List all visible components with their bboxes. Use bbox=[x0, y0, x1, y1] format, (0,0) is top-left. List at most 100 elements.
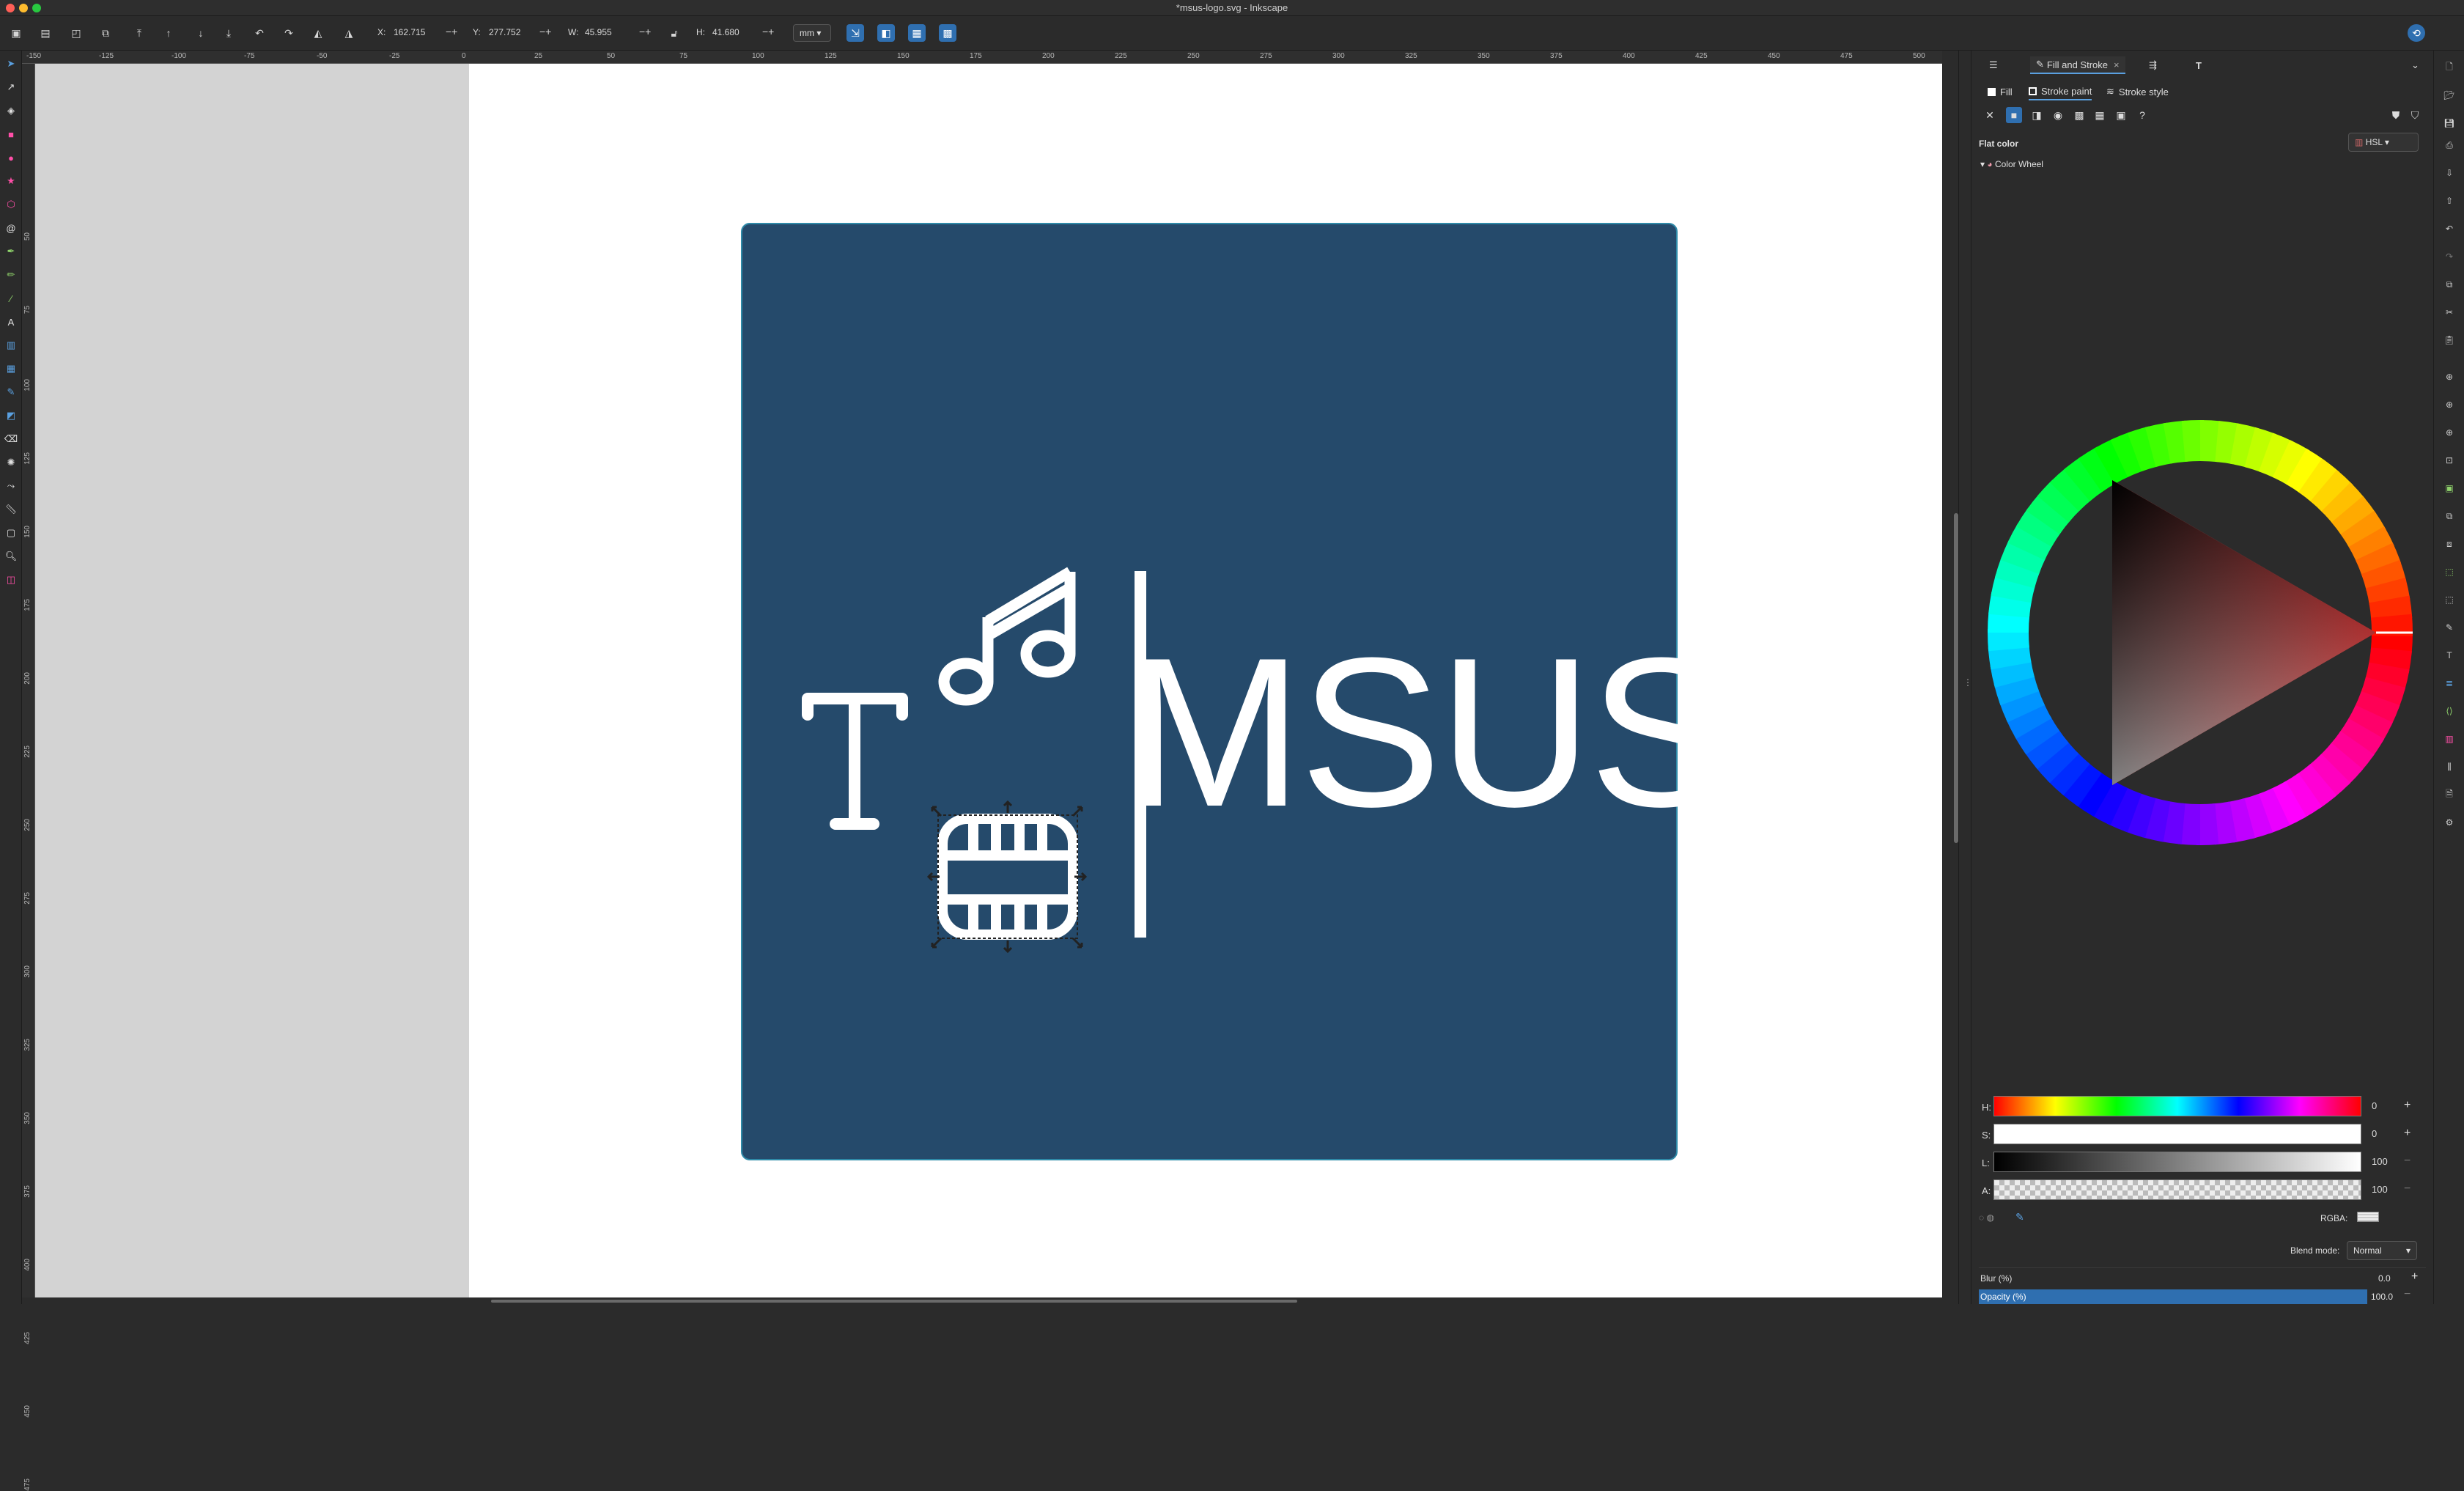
export-icon[interactable]: ⇧ bbox=[2443, 194, 2456, 207]
w-minus-plus[interactable]: −+ bbox=[639, 26, 651, 37]
ungroup-icon[interactable]: ⬚ bbox=[2443, 593, 2456, 606]
tab-fill-stroke[interactable]: ✎ Fill and Stroke × bbox=[2030, 56, 2125, 74]
unlink-clone-icon[interactable]: ⧈ bbox=[2443, 537, 2456, 551]
print-icon[interactable]: ⎙ bbox=[2443, 139, 2456, 152]
gradient-tool-icon[interactable]: ▥ bbox=[4, 338, 18, 353]
subtab-stroke-style[interactable]: ≋ Stroke style bbox=[2106, 83, 2169, 100]
h-field[interactable]: 41.680 bbox=[712, 27, 739, 37]
fill-rule-nonzero-icon[interactable]: ⛉ bbox=[2407, 107, 2423, 123]
scale-stroke-icon[interactable]: ⇲ bbox=[846, 24, 864, 42]
lpe-tool-icon[interactable]: ◫ bbox=[4, 573, 18, 587]
mesh-gradient-icon[interactable]: ▩ bbox=[2071, 107, 2087, 123]
copy-icon[interactable]: ⧉ bbox=[2443, 278, 2456, 291]
eraser-tool-icon[interactable]: ⌫ bbox=[4, 432, 18, 446]
rotate-ccw-icon[interactable]: ↶ bbox=[251, 24, 268, 42]
clone-icon[interactable]: ⧉ bbox=[2443, 509, 2456, 523]
a-value[interactable]: 100 bbox=[2372, 1184, 2388, 1195]
blur-plus-icon[interactable]: + bbox=[2411, 1270, 2418, 1284]
dialog-menu-icon[interactable]: ☰ bbox=[1989, 56, 1998, 74]
pages-tool-icon[interactable]: ▢ bbox=[4, 526, 18, 540]
pencil-tool-icon[interactable]: ✏ bbox=[4, 268, 18, 282]
swatches-icon[interactable]: ▥ bbox=[2443, 732, 2456, 746]
blend-mode-select[interactable]: Normal ▾ bbox=[2347, 1241, 2417, 1260]
flip-vertical-icon[interactable]: ◮ bbox=[340, 24, 358, 42]
color-model-select[interactable]: ▥ HSL ▾ bbox=[2348, 133, 2419, 152]
hue-slider[interactable] bbox=[1993, 1096, 2361, 1116]
linear-gradient-icon[interactable]: ◨ bbox=[2029, 107, 2045, 123]
new-document-icon[interactable]: 🗋︎ bbox=[2443, 61, 2456, 74]
measure-tool-icon[interactable]: 📏︎ bbox=[4, 502, 18, 517]
horizontal-scroll-thumb[interactable] bbox=[491, 1300, 1297, 1303]
group-icon[interactable]: ⬚ bbox=[2443, 565, 2456, 578]
alpha-slider[interactable] bbox=[1993, 1179, 2361, 1200]
spiral-tool-icon[interactable]: @ bbox=[4, 221, 18, 235]
unset-paint-icon[interactable]: ? bbox=[2134, 107, 2150, 123]
rotate-cw-icon[interactable]: ↷ bbox=[280, 24, 298, 42]
color-wheel-expander[interactable]: ▾ ◕ Color Wheel bbox=[1980, 159, 2043, 169]
y-field[interactable]: 277.752 bbox=[489, 27, 520, 37]
h-minus-plus[interactable]: −+ bbox=[762, 26, 774, 37]
text-font-dialog-icon[interactable]: T bbox=[2443, 649, 2456, 662]
canvas[interactable]: MSUS bbox=[35, 64, 1942, 1297]
l-minus-icon[interactable]: − bbox=[2404, 1155, 2410, 1168]
blur-row[interactable]: Blur (%) 0.0 + bbox=[1979, 1267, 2426, 1288]
ellipse-tool-icon[interactable]: ● bbox=[4, 150, 18, 165]
layers-dialog-icon[interactable]: ≣ bbox=[2443, 677, 2456, 690]
pattern-icon[interactable]: ▦ bbox=[2092, 107, 2108, 123]
preferences-icon[interactable]: ⚙ bbox=[2443, 816, 2456, 829]
align-distribute-icon[interactable]: ⫼ bbox=[2443, 760, 2456, 773]
flat-color-icon[interactable]: ■ bbox=[2006, 107, 2022, 123]
pen-tool-icon[interactable]: ✒ bbox=[4, 244, 18, 259]
raise-icon[interactable]: ↑ bbox=[160, 24, 177, 42]
opacity-value[interactable]: 100.0 bbox=[2371, 1292, 2393, 1302]
node-tool-icon[interactable]: ↗ bbox=[4, 80, 18, 95]
swatch-icon[interactable]: ▣ bbox=[2113, 107, 2129, 123]
cut-icon[interactable]: ✂ bbox=[2443, 306, 2456, 319]
redo-icon[interactable]: ↷ bbox=[2443, 250, 2456, 263]
radial-gradient-icon[interactable]: ◉ bbox=[2050, 107, 2066, 123]
x-minus-plus[interactable]: −+ bbox=[446, 26, 457, 37]
unit-select[interactable]: mm ▾ bbox=[793, 24, 831, 42]
opacity-minus-icon[interactable]: − bbox=[2404, 1288, 2410, 1301]
a-minus-icon[interactable]: − bbox=[2404, 1182, 2410, 1196]
select-same-icon[interactable]: ⧉ bbox=[97, 24, 114, 42]
mesh-tool-icon[interactable]: ▦ bbox=[4, 361, 18, 376]
dropper-tool-icon[interactable]: ✎ bbox=[4, 385, 18, 400]
text-tab-icon[interactable]: T bbox=[2196, 56, 2202, 74]
connector-tool-icon[interactable]: ⤳ bbox=[4, 479, 18, 493]
close-tab-icon[interactable]: × bbox=[2114, 59, 2120, 70]
zoom-tool-icon[interactable]: 🔍︎ bbox=[4, 549, 18, 564]
raise-to-top-icon[interactable]: ⤒ bbox=[130, 24, 148, 42]
text-tool-icon[interactable]: A bbox=[4, 314, 18, 329]
color-managed-icon[interactable]: ◌ ◍ bbox=[1979, 1212, 1994, 1223]
calligraphy-tool-icon[interactable]: ∕ bbox=[4, 291, 18, 306]
snap-toggle-icon[interactable]: ⟲ bbox=[2408, 24, 2425, 42]
select-all-layers-icon[interactable]: ▤ bbox=[37, 24, 54, 42]
zoom-page-icon[interactable]: ⊕ bbox=[2443, 426, 2456, 439]
eyedropper-icon[interactable]: ✎ bbox=[2015, 1211, 2024, 1223]
panel-menu-chevron-icon[interactable]: ⌄ bbox=[2411, 56, 2419, 74]
duplicate-icon[interactable]: ▣ bbox=[2443, 482, 2456, 495]
zoom-drawing-icon[interactable]: ⊕ bbox=[2443, 398, 2456, 411]
subtab-stroke-paint[interactable]: Stroke paint bbox=[2029, 83, 2092, 100]
lower-icon[interactable]: ↓ bbox=[192, 24, 210, 42]
lightness-slider[interactable] bbox=[1993, 1152, 2361, 1172]
panel-splitter[interactable]: ⋮ bbox=[1958, 51, 1972, 1304]
3d-box-tool-icon[interactable]: ⬡ bbox=[4, 197, 18, 212]
align-tab-icon[interactable]: ⇶ bbox=[2149, 56, 2157, 74]
save-icon[interactable]: 💾︎ bbox=[2443, 117, 2456, 130]
no-paint-icon[interactable]: ✕ bbox=[1982, 107, 1998, 123]
color-wheel[interactable] bbox=[1988, 420, 2413, 845]
zoom-width-icon[interactable]: ⊡ bbox=[2443, 454, 2456, 467]
import-icon[interactable]: ⇩ bbox=[2443, 166, 2456, 180]
blur-value[interactable]: 0.0 bbox=[2378, 1273, 2391, 1284]
l-value[interactable]: 100 bbox=[2372, 1156, 2388, 1167]
s-plus-icon[interactable]: + bbox=[2404, 1127, 2410, 1140]
h-value[interactable]: 0 bbox=[2372, 1100, 2377, 1111]
lower-to-bottom-icon[interactable]: ⤓ bbox=[220, 24, 237, 42]
scale-radii-icon[interactable]: ◧ bbox=[877, 24, 895, 42]
opacity-slider[interactable]: Opacity (%) bbox=[1979, 1289, 2367, 1304]
s-value[interactable]: 0 bbox=[2372, 1128, 2377, 1139]
tweak-tool-icon[interactable]: ◈ bbox=[4, 103, 18, 118]
flip-horizontal-icon[interactable]: ◭ bbox=[309, 24, 327, 42]
